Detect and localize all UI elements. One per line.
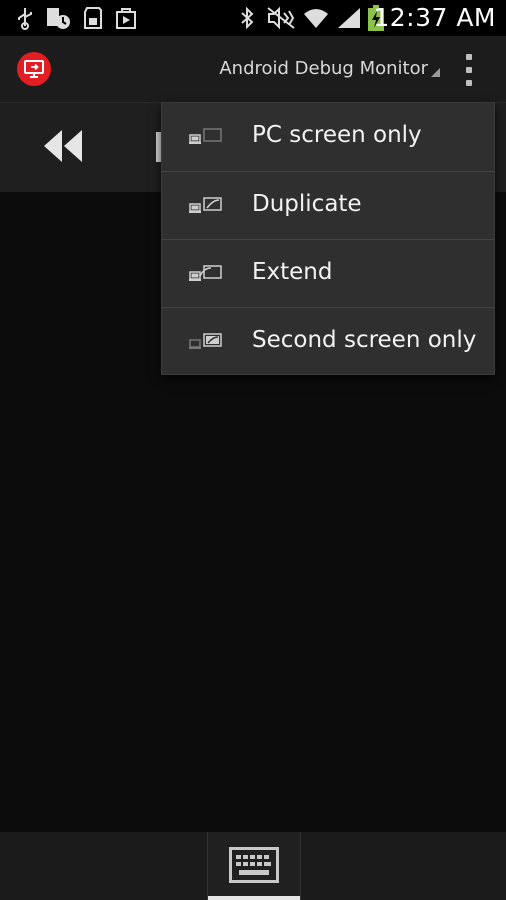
- menu-item-second-screen-only[interactable]: Second screen only: [162, 307, 494, 376]
- sd-card-icon: [82, 6, 104, 30]
- menu-item-extend[interactable]: Extend: [162, 239, 494, 308]
- bluetooth-icon: [236, 6, 258, 30]
- overflow-menu-icon[interactable]: [462, 54, 476, 86]
- screen-share-icon[interactable]: [17, 52, 51, 86]
- rewind-icon[interactable]: [42, 127, 84, 169]
- menu-item-label: Duplicate: [252, 191, 362, 217]
- menu-item-duplicate[interactable]: Duplicate: [162, 171, 494, 240]
- keyboard-icon: [229, 847, 279, 887]
- screenshot-icon: [45, 6, 71, 30]
- wifi-icon: [302, 6, 330, 30]
- status-bar: 12:37 AM: [0, 0, 506, 36]
- menu-item-label: Extend: [252, 259, 333, 285]
- duplicate-icon: [189, 196, 223, 216]
- second-screen-only-icon: [189, 332, 223, 352]
- pc-screen-only-icon: [189, 127, 223, 147]
- usb-icon: [14, 6, 36, 30]
- menu-item-label: PC screen only: [252, 122, 422, 148]
- keyboard-button[interactable]: [207, 832, 301, 900]
- play-store-icon: [113, 6, 139, 30]
- selected-tab-indicator: [208, 896, 300, 900]
- action-bar: Android Debug Monitor: [0, 36, 506, 103]
- display-mode-menu: PC screen only Duplicate Extend Second s…: [161, 102, 495, 375]
- title-dropdown-icon[interactable]: [431, 68, 440, 77]
- status-clock: 12:37 AM: [373, 3, 496, 32]
- extend-icon: [189, 264, 223, 284]
- menu-item-pc-screen-only[interactable]: PC screen only: [162, 103, 494, 171]
- app-title[interactable]: Android Debug Monitor: [219, 58, 428, 79]
- menu-item-label: Second screen only: [252, 327, 477, 353]
- signal-icon: [336, 6, 362, 30]
- mute-icon: [266, 6, 296, 30]
